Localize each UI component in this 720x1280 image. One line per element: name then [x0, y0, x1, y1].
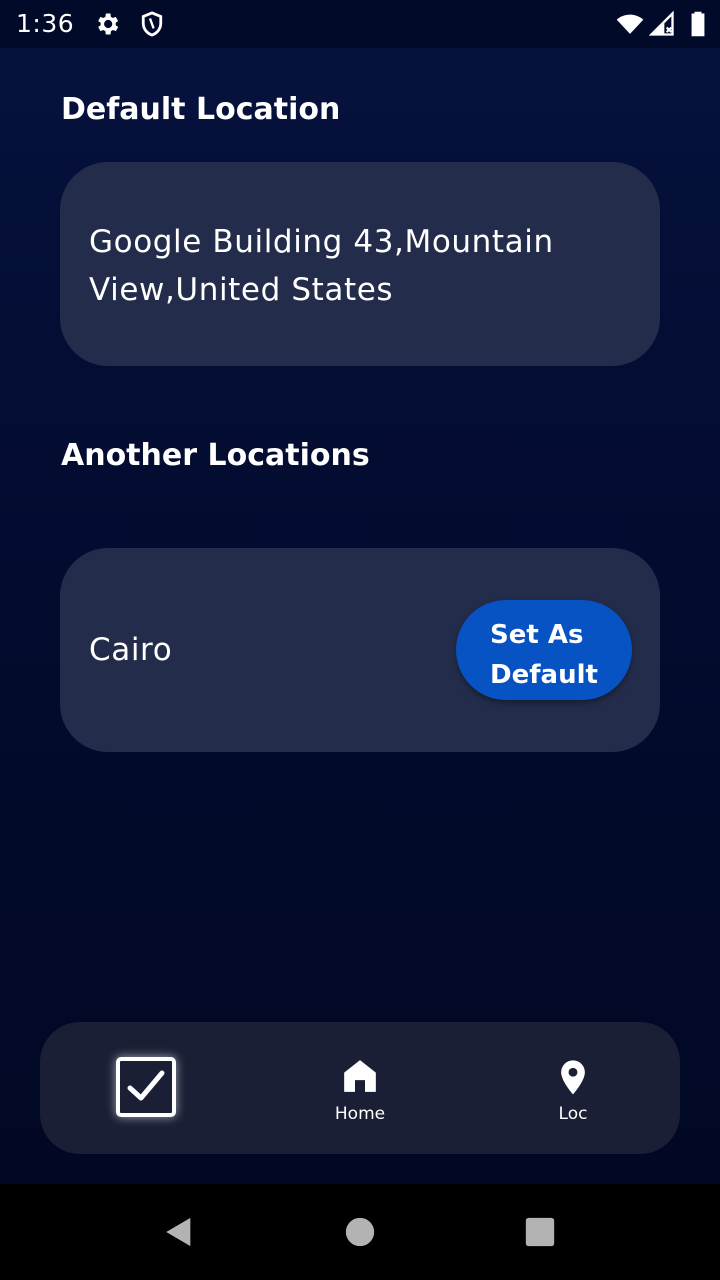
- location-pin-icon: [561, 1060, 585, 1095]
- default-location-card: Google Building 43,Mountain View,United …: [60, 162, 660, 366]
- home-circle-icon[interactable]: [343, 1215, 377, 1249]
- home-icon: [344, 1060, 376, 1092]
- set-as-default-button[interactable]: Set As Default: [456, 600, 632, 700]
- shield-icon: [141, 11, 163, 37]
- another-locations-title: Another Locations: [61, 438, 370, 473]
- nav-item-tasks[interactable]: [40, 1022, 250, 1154]
- gear-icon: [98, 13, 119, 35]
- nav-item-loc[interactable]: Loc: [503, 1022, 643, 1154]
- wifi-icon: [616, 14, 644, 34]
- nav-item-home[interactable]: Home: [290, 1022, 430, 1154]
- cellular-signal-icon: [648, 10, 674, 36]
- recents-icon[interactable]: [523, 1215, 557, 1249]
- status-time: 1:36: [16, 9, 75, 38]
- nav-label-loc: Loc: [558, 1104, 588, 1124]
- default-location-title: Default Location: [61, 92, 341, 127]
- location-name: Cairo: [89, 632, 173, 668]
- checkbox-icon: [116, 1057, 176, 1117]
- status-bar: 1:36: [0, 0, 720, 48]
- battery-icon: [691, 11, 705, 37]
- location-card-cairo: Cairo Set As Default: [60, 548, 660, 752]
- back-icon[interactable]: [162, 1215, 196, 1249]
- bottom-navigation: Home Loc: [40, 1022, 680, 1154]
- default-location-address: Google Building 43,Mountain View,United …: [89, 224, 554, 308]
- system-navigation-bar: [0, 1184, 720, 1280]
- nav-label-home: Home: [334, 1104, 386, 1124]
